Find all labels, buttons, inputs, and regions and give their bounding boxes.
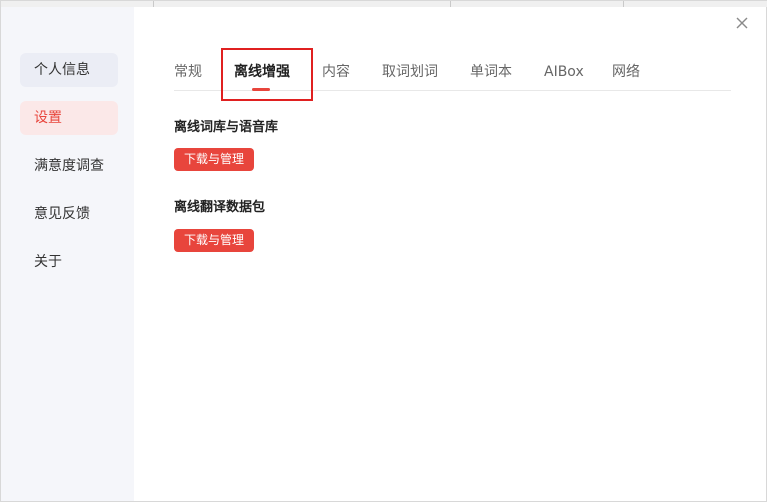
tab-wordbook[interactable]: 单词本 <box>470 62 512 82</box>
sidebar-item-label: 个人信息 <box>34 62 90 78</box>
sidebar-item-survey[interactable]: 满意度调查 <box>20 149 118 183</box>
settings-tabs: 常规 离线增强 内容 取词划词 单词本 AIBox 网络 <box>174 62 731 91</box>
section-title-offline-translation: 离线翻译数据包 <box>174 200 266 215</box>
tab-word-capture[interactable]: 取词划词 <box>382 62 438 82</box>
settings-window: 个人信息 设置 满意度调查 意见反馈 关于 常规 离线增强 内容 取词划词 单词… <box>0 0 767 502</box>
tab-general[interactable]: 常规 <box>174 62 202 82</box>
tab-content[interactable]: 内容 <box>322 62 350 82</box>
sidebar-item-profile[interactable]: 个人信息 <box>20 53 118 87</box>
section-title-offline-dictionary: 离线词库与语音库 <box>174 120 279 135</box>
sidebar-item-about[interactable]: 关于 <box>20 245 118 279</box>
sidebar-item-label: 意见反馈 <box>34 206 90 222</box>
sidebar-item-feedback[interactable]: 意见反馈 <box>20 197 118 231</box>
tab-network[interactable]: 网络 <box>612 62 640 82</box>
settings-content: 常规 离线增强 内容 取词划词 单词本 AIBox 网络 离线词库与语音库 下载… <box>134 7 766 501</box>
tab-offline-enhance[interactable]: 离线增强 <box>234 62 290 82</box>
sidebar: 个人信息 设置 满意度调查 意见反馈 关于 <box>1 7 134 501</box>
close-icon <box>736 17 748 29</box>
tab-aibox[interactable]: AIBox <box>544 62 584 82</box>
sidebar-item-settings[interactable]: 设置 <box>20 101 118 135</box>
download-manage-dictionary-button[interactable]: 下载与管理 <box>174 148 255 171</box>
active-tab-indicator <box>252 88 270 91</box>
download-manage-translation-button[interactable]: 下载与管理 <box>174 229 255 252</box>
sidebar-item-label: 设置 <box>34 110 62 126</box>
sidebar-item-label: 关于 <box>34 254 62 270</box>
close-button[interactable] <box>734 15 750 31</box>
sidebar-item-label: 满意度调查 <box>34 158 104 174</box>
